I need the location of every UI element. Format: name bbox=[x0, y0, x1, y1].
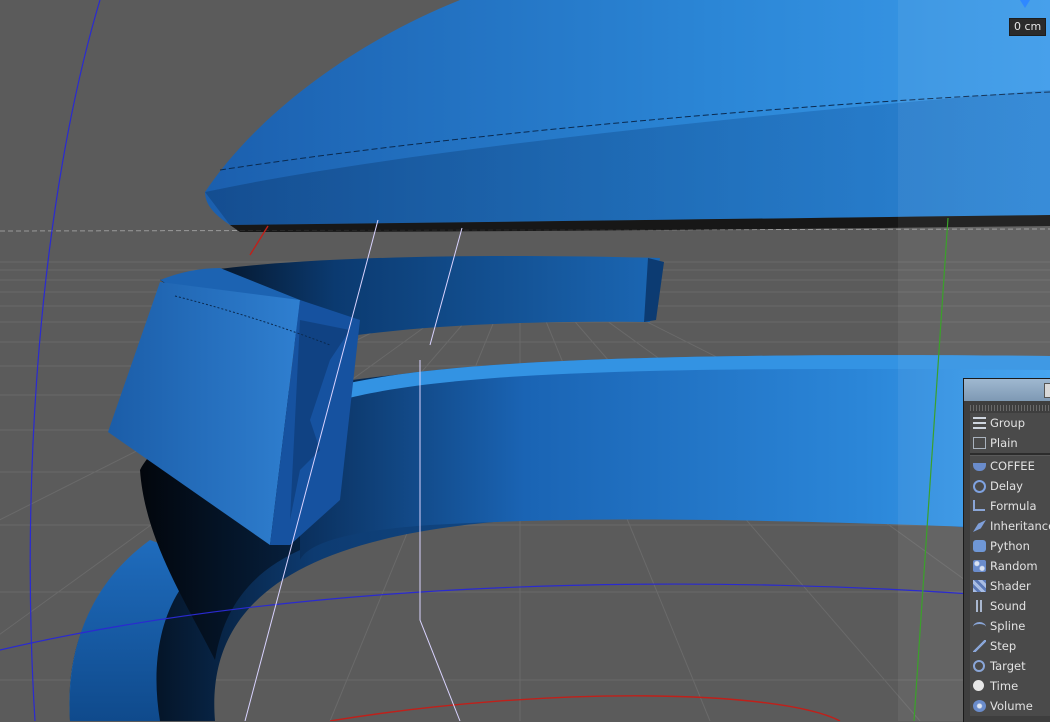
menu-item-label: Inheritance bbox=[990, 519, 1050, 533]
coffee-icon bbox=[973, 463, 986, 471]
menu-item-volume[interactable]: Volume bbox=[970, 696, 1050, 716]
menu-item-shader[interactable]: Shader bbox=[970, 576, 1050, 596]
menu-item-label: Plain bbox=[990, 436, 1018, 450]
plain-icon bbox=[973, 437, 986, 449]
menu-item-formula[interactable]: Formula bbox=[970, 496, 1050, 516]
delay-icon bbox=[973, 480, 986, 493]
spline-icon bbox=[973, 622, 986, 632]
target-icon bbox=[973, 660, 985, 672]
menu-tearoff-handle[interactable] bbox=[970, 405, 1050, 411]
menu-item-delay[interactable]: Delay bbox=[970, 476, 1050, 496]
3d-viewport[interactable]: 0 cm bbox=[0, 0, 1050, 721]
menu-item-step[interactable]: Step bbox=[970, 636, 1050, 656]
menu-item-spline[interactable]: Spline bbox=[970, 616, 1050, 636]
close-icon[interactable] bbox=[1044, 383, 1050, 398]
menu-item-label: Step bbox=[990, 639, 1017, 653]
menu-item-label: Time bbox=[990, 679, 1019, 693]
menu-titlebar[interactable] bbox=[964, 379, 1050, 401]
menu-item-label: Delay bbox=[990, 479, 1023, 493]
menu-item-label: Group bbox=[990, 416, 1026, 430]
distance-readout: 0 cm bbox=[1009, 18, 1047, 36]
formula-icon bbox=[973, 500, 985, 511]
random-icon bbox=[973, 560, 986, 572]
menu-item-label: Sound bbox=[990, 599, 1027, 613]
inheritance-icon bbox=[973, 520, 986, 532]
menu-item-random[interactable]: Random bbox=[970, 556, 1050, 576]
step-icon bbox=[973, 640, 986, 652]
shader-icon bbox=[973, 580, 986, 592]
x-axis-curve bbox=[329, 695, 841, 721]
menu-item-group[interactable]: Group bbox=[970, 413, 1050, 433]
menu-item-label: Spline bbox=[990, 619, 1026, 633]
menu-item-label: Random bbox=[990, 559, 1038, 573]
menu-item-coffee[interactable]: COFFEE bbox=[970, 456, 1050, 476]
group-icon bbox=[973, 417, 986, 429]
node-menu-list: Group Plain COFFEE Delay Formula Inheritance P… bbox=[970, 413, 1050, 716]
xpresso-node-menu: Group Plain COFFEE Delay Formula Inheritance P… bbox=[963, 378, 1050, 722]
menu-item-python[interactable]: Python bbox=[970, 536, 1050, 556]
menu-item-label: Shader bbox=[990, 579, 1031, 593]
menu-item-time[interactable]: Time bbox=[970, 676, 1050, 696]
volume-icon bbox=[973, 700, 986, 712]
menu-item-label: COFFEE bbox=[990, 459, 1035, 473]
menu-item-label: Volume bbox=[990, 699, 1033, 713]
time-icon bbox=[973, 680, 984, 691]
sound-icon bbox=[973, 600, 986, 612]
menu-item-target[interactable]: Target bbox=[970, 656, 1050, 676]
menu-item-inheritance[interactable]: Inheritance bbox=[970, 516, 1050, 536]
menu-item-sound[interactable]: Sound bbox=[970, 596, 1050, 616]
python-icon bbox=[973, 540, 986, 552]
viewport-scene bbox=[0, 0, 1050, 721]
menu-item-label: Formula bbox=[990, 499, 1037, 513]
menu-item-plain[interactable]: Plain bbox=[970, 433, 1050, 453]
menu-item-label: Python bbox=[990, 539, 1030, 553]
menu-item-label: Target bbox=[990, 659, 1026, 673]
